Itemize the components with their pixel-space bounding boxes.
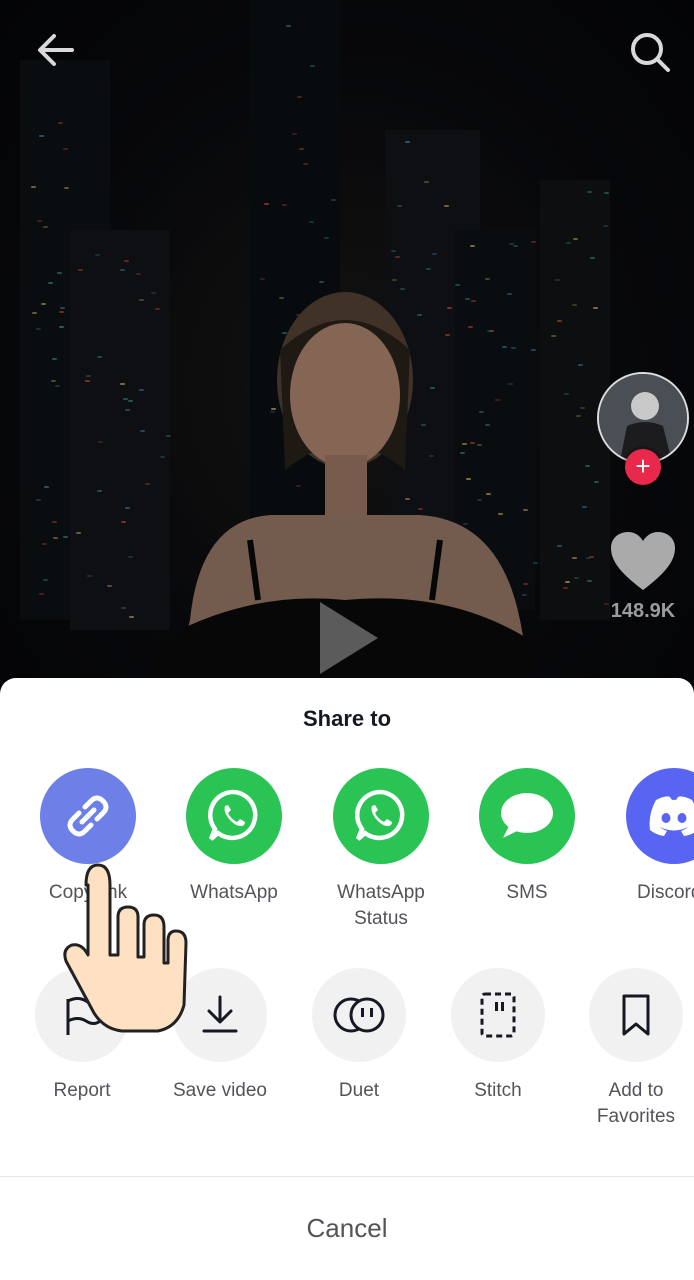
back-button[interactable] [34, 28, 78, 72]
bookmark-icon [622, 994, 650, 1036]
share-circle [333, 768, 429, 864]
share-circle [479, 768, 575, 864]
divider [0, 1176, 694, 1177]
whatsapp-icon [207, 789, 258, 841]
share-label: WhatsApp Status [337, 882, 425, 929]
share-label: SMS [506, 882, 548, 903]
follow-plus-icon[interactable]: + [625, 449, 661, 485]
action-stitch[interactable]: Stitch [428, 968, 568, 1104]
action-circle [589, 968, 683, 1062]
action-label: Stitch [474, 1080, 522, 1101]
like-button[interactable] [609, 530, 677, 592]
pointing-hand-icon [63, 863, 188, 1033]
action-label: Duet [338, 1080, 380, 1101]
action-add-to-favorites[interactable]: Add to Favorites [566, 968, 694, 1130]
action-label: Report [53, 1080, 111, 1101]
share-whatsapp-status[interactable]: WhatsApp Status [311, 768, 451, 932]
action-label: Save video [172, 1080, 267, 1101]
like-count: 148.9K [610, 600, 676, 622]
video-player[interactable]: + 148.9K [0, 0, 694, 700]
share-sms[interactable]: SMS [457, 768, 597, 906]
duet-icon [333, 997, 385, 1033]
stitch-icon [480, 992, 516, 1038]
action-circle [451, 968, 545, 1062]
action-duet[interactable]: Duet [289, 968, 429, 1104]
whatsapp-icon [354, 789, 405, 841]
discord-icon [649, 796, 694, 836]
share-label: Discord [637, 882, 694, 903]
sms-bubble-icon [501, 793, 553, 838]
play-icon[interactable] [320, 602, 378, 674]
heart-icon [611, 532, 675, 590]
link-icon [67, 795, 109, 837]
sheet-title: Share to [302, 706, 392, 731]
cancel-button[interactable]: Cancel [0, 1198, 694, 1258]
share-discord[interactable]: Discord [604, 768, 694, 906]
arrow-left-icon [38, 34, 74, 66]
search-button[interactable] [626, 28, 670, 72]
action-circle [312, 968, 406, 1062]
action-label: Add to Favorites [596, 1080, 676, 1127]
search-icon [631, 33, 670, 72]
download-icon [202, 995, 238, 1033]
share-circle [626, 768, 694, 864]
share-circle [186, 768, 282, 864]
